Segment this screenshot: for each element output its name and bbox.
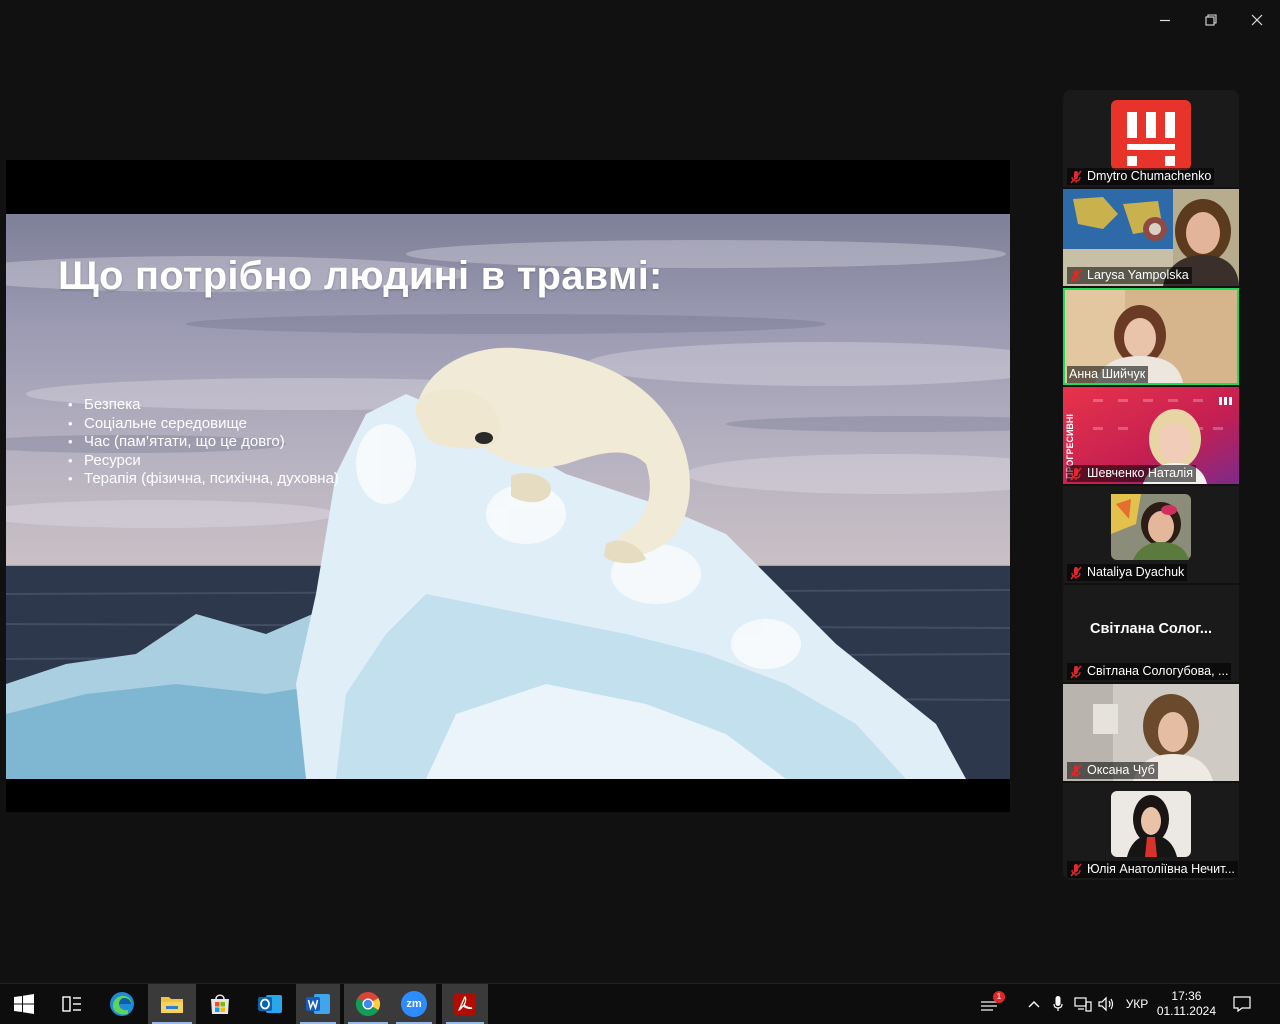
muted-mic-icon: [1070, 269, 1082, 282]
zoom-icon-label: zm: [406, 998, 422, 1010]
participant-name-label: Оксана Чуб: [1067, 762, 1158, 779]
restore-icon: [1205, 14, 1217, 26]
participant-name-label: Світлана Сологубова, ...: [1067, 663, 1232, 680]
edge-icon: [110, 992, 134, 1016]
outlook-icon: [258, 995, 282, 1013]
show-hidden-icons-button[interactable]: [1024, 984, 1044, 1024]
participant-tile[interactable]: Dmytro Chumachenko: [1063, 90, 1239, 187]
window-controls: [1142, 8, 1280, 32]
muted-mic-icon: [1070, 764, 1082, 777]
presentation-slide: Що потрібно людині в травмі: Безпека Соц…: [6, 214, 1010, 779]
participant-tile[interactable]: Оксана Чуб: [1063, 684, 1239, 781]
participant-name-label: Nataliya Dyachuk: [1067, 564, 1188, 581]
taskbar-clock[interactable]: 17:36 01.11.2024: [1157, 989, 1216, 1019]
participant-name-label: Шевченко Наталія: [1067, 465, 1196, 482]
muted-mic-icon: [1070, 863, 1082, 876]
participant-name-label: Анна Шийчук: [1067, 366, 1149, 383]
participant-avatar: [1111, 791, 1191, 857]
participant-tile[interactable]: Nataliya Dyachuk: [1063, 486, 1239, 583]
minimize-icon: [1160, 19, 1170, 22]
restore-button[interactable]: [1188, 8, 1234, 32]
acrobat-icon: [454, 993, 476, 1015]
participant-name: Світлана Сологубова, ...: [1087, 664, 1229, 678]
bullet-item: Ресурси: [68, 452, 339, 471]
taskbar-edge[interactable]: [98, 984, 146, 1024]
participant-name: Dmytro Chumachenko: [1087, 169, 1212, 183]
slide-title: Що потрібно людині в травмі:: [58, 254, 663, 298]
muted-mic-icon: [1070, 467, 1082, 480]
action-center-button[interactable]: [1228, 984, 1256, 1024]
task-view-icon: [62, 996, 81, 1012]
notifications-icon: [1233, 996, 1251, 1012]
tray-notification-app[interactable]: 1: [976, 984, 1006, 1024]
task-view-button[interactable]: [48, 984, 96, 1024]
windows-start-icon: [14, 994, 34, 1014]
tray-network[interactable]: [1072, 984, 1094, 1024]
minimize-button[interactable]: [1142, 8, 1188, 32]
participant-name-label: Dmytro Chumachenko: [1067, 168, 1215, 185]
clock-time: 17:36: [1171, 989, 1202, 1003]
organization-logo: [1111, 100, 1191, 170]
participant-display-name: Світлана Солог...: [1090, 621, 1212, 637]
zoom-icon: zm: [401, 991, 427, 1017]
bullet-item: Соціальне середовище: [68, 415, 339, 434]
close-icon: [1251, 14, 1263, 26]
store-icon: [211, 994, 229, 1014]
participant-name-label: Larysa Yampolska: [1067, 267, 1192, 284]
participant-tile[interactable]: ПРОГРЕСИВНІ Шевченко Наталія: [1063, 387, 1239, 484]
taskbar-file-explorer[interactable]: [148, 984, 196, 1024]
participant-name-label: Юлія Анатоліївна Нечит...: [1067, 861, 1238, 878]
participant-name: Nataliya Dyachuk: [1087, 565, 1185, 579]
tray-microphone[interactable]: [1048, 984, 1068, 1024]
participant-gallery: Dmytro Chumachenko Larysa Yampolska Анна…: [1063, 90, 1239, 882]
participant-name: Юлія Анатоліївна Нечит...: [1087, 862, 1235, 876]
input-language-indicator[interactable]: УКР: [1122, 984, 1152, 1024]
participant-tile-active-speaker[interactable]: Анна Шийчук: [1063, 288, 1239, 385]
close-button[interactable]: [1234, 8, 1280, 32]
windows-taskbar: zm 1 УКР 17:36 01.11.2024: [0, 983, 1280, 1024]
taskbar-word[interactable]: [296, 984, 340, 1024]
participant-tile-video-off[interactable]: Світлана Солог... Світлана Сологубова, .…: [1063, 585, 1239, 682]
notification-badge: 1: [993, 991, 1005, 1003]
language-label: УКР: [1125, 997, 1149, 1011]
bullet-item: Час (пам’ятати, що це довго): [68, 433, 339, 452]
participant-name: Оксана Чуб: [1087, 763, 1155, 777]
clock-date: 01.11.2024: [1156, 1004, 1216, 1018]
bullet-item: Терапія (фізична, психічна, духовна): [68, 470, 339, 489]
taskbar-outlook[interactable]: [246, 984, 294, 1024]
muted-mic-icon: [1070, 566, 1082, 579]
shared-screen[interactable]: Що потрібно людині в травмі: Безпека Соц…: [6, 160, 1010, 812]
muted-mic-icon: [1070, 170, 1082, 183]
network-icon: [1074, 997, 1092, 1012]
chevron-up-icon: [1028, 1001, 1040, 1008]
microphone-icon: [1053, 996, 1063, 1011]
taskbar-acrobat[interactable]: [442, 984, 488, 1024]
taskbar-chrome[interactable]: [344, 984, 392, 1024]
taskbar-store[interactable]: [196, 984, 244, 1024]
tray-volume[interactable]: [1096, 984, 1118, 1024]
slide-bullet-list: Безпека Соціальне середовище Час (пам’ят…: [68, 396, 339, 489]
participant-name: Шевченко Наталія: [1087, 466, 1193, 480]
participant-name: Larysa Yampolska: [1087, 268, 1189, 282]
participant-name: Анна Шийчук: [1069, 367, 1146, 381]
participant-tile[interactable]: Larysa Yampolska: [1063, 189, 1239, 286]
word-icon: [306, 994, 330, 1014]
speaker-volume-icon: [1098, 996, 1114, 1012]
chrome-icon: [355, 992, 381, 1017]
participant-tile[interactable]: Юлія Анатоліївна Нечит...: [1063, 783, 1239, 880]
start-button[interactable]: [0, 984, 48, 1024]
participant-avatar: [1111, 494, 1191, 560]
bullet-item: Безпека: [68, 396, 339, 415]
file-explorer-icon: [161, 997, 183, 1013]
taskbar-zoom[interactable]: zm: [392, 984, 436, 1024]
muted-mic-icon: [1070, 665, 1082, 678]
